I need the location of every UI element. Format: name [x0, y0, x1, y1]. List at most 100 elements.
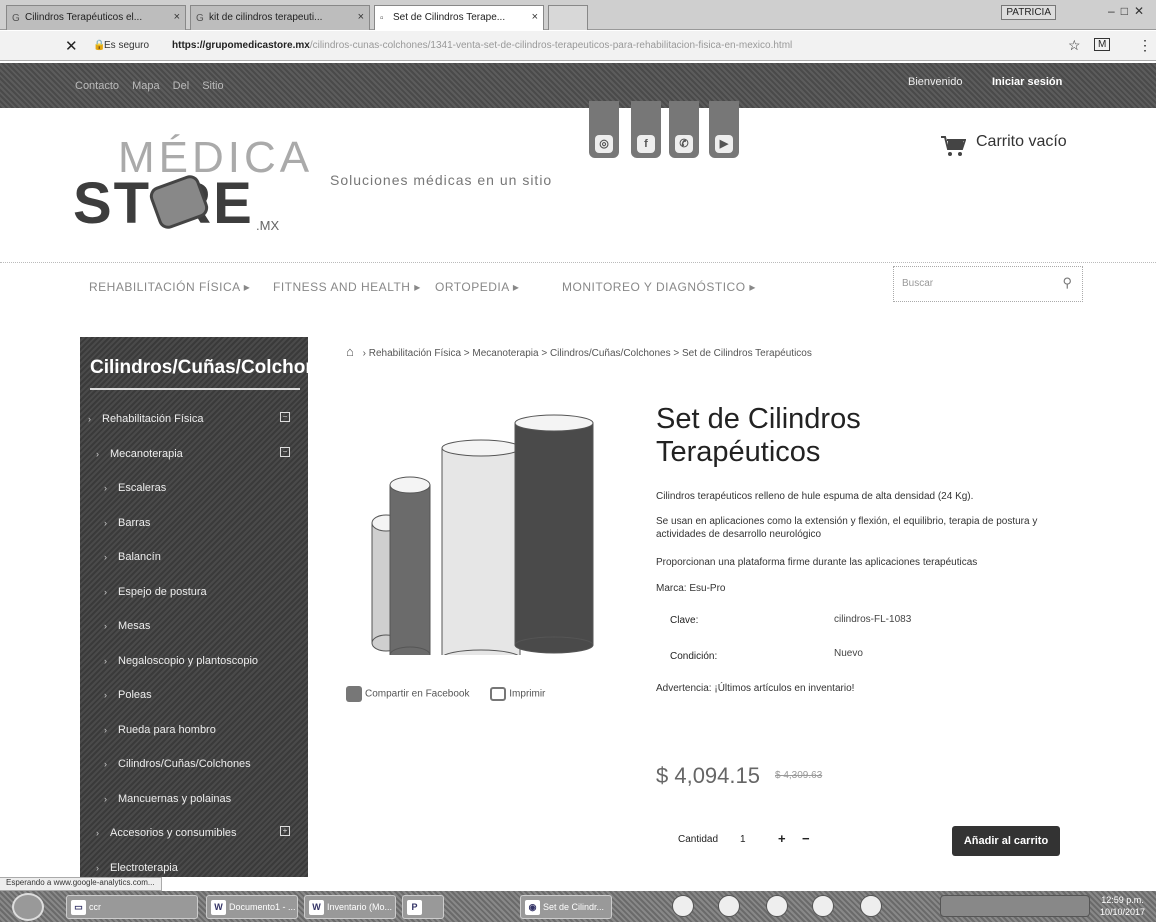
browser-tab-1[interactable]: G Cilindros Terapéuticos el... × [6, 5, 186, 30]
taskbar-button-chrome[interactable]: ◉ Set de Cilindr... [520, 895, 612, 919]
breadcrumb-path[interactable]: › Rehabilitación Física > Mecanoterapia … [363, 348, 812, 359]
expand-toggle-icon[interactable]: − [280, 412, 290, 422]
share-row: Compartir en Facebook Imprimir [346, 686, 545, 702]
sidebar-item[interactable]: › Poleas [80, 681, 308, 711]
cylinder-shape [441, 439, 521, 655]
nav-divider [0, 262, 1156, 263]
search-input[interactable]: Buscar ⚲ [893, 266, 1083, 302]
url-field[interactable]: https://grupomedicastore.mx/cilindros-cu… [172, 40, 992, 51]
tray-app-icon[interactable] [766, 895, 788, 917]
clave-value: cilindros-FL-1083 [834, 614, 912, 625]
cart-status[interactable]: Carrito vacío [976, 133, 1067, 151]
topbar-links[interactable]: Contacto Mapa Del Sitio [75, 80, 224, 92]
system-clock[interactable]: 12:59 p.m. 10/10/2017 [1100, 894, 1145, 918]
clock-date: 10/10/2017 [1100, 907, 1146, 917]
taskbar-label: Set de Cilindr... [543, 902, 605, 912]
print-link[interactable]: Imprimir [509, 689, 545, 700]
tab-title: kit de cilindros terapeuti... [209, 12, 323, 23]
sidebar-item[interactable]: › Mecanoterapia − [80, 440, 308, 470]
tray-app-icon[interactable] [718, 895, 740, 917]
add-to-cart-button[interactable]: Añadir al carrito [952, 826, 1060, 856]
home-icon[interactable]: ⌂ [346, 344, 354, 359]
sidebar-item-label: Barras [118, 516, 151, 529]
browser-tab-2[interactable]: G kit de cilindros terapeuti... × [190, 5, 370, 30]
sidebar-item[interactable]: › Balancín [80, 543, 308, 573]
print-icon [490, 687, 507, 701]
social-facebook[interactable]: f [631, 101, 661, 158]
share-facebook-link[interactable]: Compartir en Facebook [365, 689, 470, 700]
youtube-icon: ▶ [715, 135, 733, 153]
instagram-icon: ◎ [595, 135, 613, 153]
quantity-increase-button[interactable]: + [778, 831, 786, 846]
social-youtube[interactable]: ▶ [709, 101, 739, 158]
taskbar-button-word-2[interactable]: W Inventario (Mo... [304, 895, 396, 919]
chevron-right-icon: › [104, 483, 107, 493]
close-icon[interactable]: × [358, 11, 364, 23]
clock-time: 12:59 p.m. [1101, 895, 1144, 905]
sidebar-item[interactable]: › Rueda para hombro [80, 716, 308, 746]
close-icon[interactable]: × [532, 11, 538, 23]
nav-fitness[interactable]: FITNESS AND HEALTH ▸ [273, 280, 421, 294]
browser-menu-icon[interactable]: ⋮ [1138, 37, 1152, 54]
expand-toggle-icon[interactable]: − [280, 446, 290, 457]
social-instagram[interactable]: ◎ [589, 101, 619, 158]
window-controls[interactable]: –□✕ [1108, 4, 1150, 18]
whatsapp-icon: ✆ [675, 135, 693, 153]
bookmark-star-icon[interactable]: ☆ [1068, 37, 1081, 54]
nav-monitoreo[interactable]: MONITOREO Y DIAGNÓSTICO ▸ [562, 280, 756, 294]
sidebar-item[interactable]: › Espejo de postura [80, 578, 308, 608]
new-tab-button[interactable] [548, 5, 588, 30]
product-brand: Marca: Esu-Pro [656, 583, 726, 594]
taskbar-label: Documento1 - ... [229, 902, 296, 912]
tray-app-icon[interactable] [672, 895, 694, 917]
folder-icon: ▭ [71, 900, 86, 915]
close-icon[interactable]: × [174, 11, 180, 23]
user-badge[interactable]: PATRICIA [1001, 5, 1056, 20]
logo-suffix: .MX [256, 218, 280, 233]
sidebar-item[interactable]: › Mancuernas y polainas [80, 785, 308, 815]
sidebar-item[interactable]: › Barras [80, 509, 308, 539]
sidebar-item[interactable]: › Mesas [80, 612, 308, 642]
quantity-decrease-button[interactable]: − [802, 831, 810, 846]
sidebar-item[interactable]: › Negaloscopio y plantoscopio [80, 647, 308, 677]
start-button[interactable] [12, 893, 44, 921]
cylinder-shape [514, 414, 594, 654]
quantity-label: Cantidad [678, 834, 719, 845]
sidebar-item-label: Accesorios y consumibles [110, 827, 237, 839]
nav-rehabilitacion[interactable]: REHABILITACIÓN FÍSICA ▸ [89, 280, 250, 294]
sidebar-item[interactable]: › Rehabilitación Física − [80, 405, 308, 435]
condicion-label: Condición: [670, 651, 718, 662]
taskbar-button-word-1[interactable]: W Documento1 - ... [206, 895, 298, 919]
extension-icon[interactable]: M [1094, 38, 1111, 51]
expand-toggle-icon[interactable]: + [280, 826, 290, 836]
sidebar-item[interactable]: › Cilindros/Cuñas/Colchones [80, 750, 308, 780]
taskbar-button-folder[interactable]: ▭ ccr [66, 895, 198, 919]
os-taskbar: ▭ ccr W Documento1 - ... W Inventario (Mo..… [0, 891, 1156, 922]
sidebar-item-label: Balancín [118, 551, 161, 563]
taskbar-button-powerpoint[interactable]: P [402, 895, 444, 919]
social-whatsapp[interactable]: ✆ [669, 101, 699, 158]
search-icon[interactable]: ⚲ [1062, 275, 1072, 291]
site-topbar: Contacto Mapa Del Sitio Bienvenido Inici… [0, 63, 1156, 108]
browser-tab-3[interactable]: ▫ Set de Cilindros Terape... × [374, 5, 544, 30]
sidebar-item[interactable]: › Accesorios y consumibles + [80, 819, 308, 849]
tray-app-icon[interactable] [860, 895, 882, 917]
nav-ortopedia[interactable]: ORTOPEDIA ▸ [435, 280, 519, 294]
sidebar-item-label: Mecanoterapia [110, 447, 183, 460]
tray-app-icon[interactable] [812, 895, 834, 917]
system-tray[interactable] [940, 895, 1090, 917]
stop-icon[interactable]: ✕ [65, 37, 78, 55]
sidebar-item-label: Electroterapia [110, 861, 178, 874]
taskbar-label: Inventario (Mo... [327, 902, 393, 912]
product-description-2: Se usan en aplicaciones como la extensió… [656, 516, 1038, 540]
quantity-input[interactable]: 1 [740, 834, 746, 845]
product-image[interactable] [350, 405, 610, 655]
sidebar-item-label: Rehabilitación Física [102, 413, 204, 425]
cart-icon[interactable] [940, 135, 966, 157]
login-link[interactable]: Iniciar sesión [992, 76, 1062, 88]
page-icon: ▫ [380, 13, 384, 24]
sidebar-item[interactable]: › Escaleras [80, 474, 308, 504]
facebook-icon [346, 686, 362, 702]
sidebar-item[interactable]: › Electroterapia [80, 854, 308, 878]
sidebar-item-label: Cilindros/Cuñas/Colchones [118, 758, 251, 770]
